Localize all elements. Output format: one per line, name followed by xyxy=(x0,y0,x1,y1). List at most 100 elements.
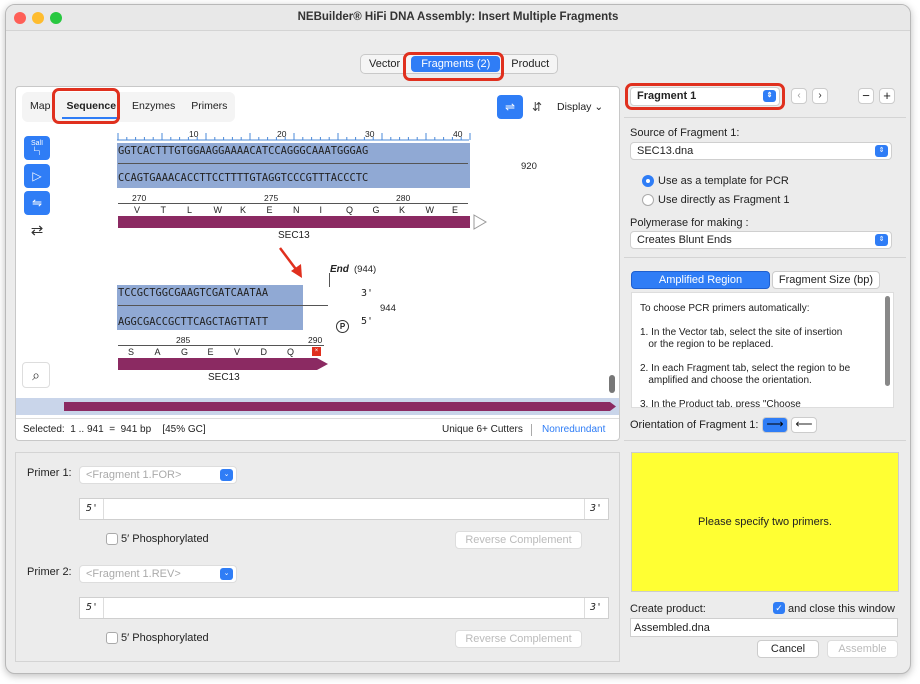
annotation-arrow xyxy=(279,247,302,278)
primer2-phosphorylated-checkbox[interactable] xyxy=(106,632,118,644)
ruler-label: 30 xyxy=(365,129,375,139)
cutters-menu[interactable]: Unique 6+ Cutters xyxy=(442,424,523,435)
product-name-input[interactable]: Assembled.dna xyxy=(630,618,898,637)
orientation-reverse-icon[interactable]: ⟵ xyxy=(791,417,817,433)
nonredundant-menu[interactable]: Nonredundant xyxy=(542,424,605,435)
swap-strands-icon[interactable]: ⇄ xyxy=(24,218,50,242)
bottom-strand[interactable]: CCAGTGAAACACCTTCCTTTTGTAGGTCCCGTTTACCCTC xyxy=(118,172,368,185)
use-directly-radio[interactable] xyxy=(642,194,654,206)
polymerase-select[interactable]: Creates Blunt Ends ⇕ xyxy=(630,231,892,249)
template-pcr-label: Use as a template for PCR xyxy=(658,175,789,187)
primer1-select[interactable]: <Fragment 1.FOR> ⌄ xyxy=(79,466,237,484)
wrap-text-icon[interactable]: ⇌ xyxy=(497,95,523,119)
search-icon[interactable]: ⌕ xyxy=(22,362,50,388)
feature-label: SEC13 xyxy=(278,230,310,241)
aa-number: 290 xyxy=(308,335,323,345)
stop-codon-icon: × xyxy=(312,347,321,356)
remove-fragment-button[interactable]: − xyxy=(858,88,874,104)
help-text-box: To choose PCR primers automatically: 1. … xyxy=(631,292,894,408)
annotation-highlight-fragments-tab xyxy=(403,52,504,81)
five-prime-label: 5' xyxy=(361,316,374,327)
annotation-highlight-sequence-tab xyxy=(52,88,120,124)
features-icon[interactable]: ▷ xyxy=(24,164,50,188)
display-label: Display xyxy=(557,101,592,113)
tab-enzymes[interactable]: Enzymes xyxy=(124,92,183,122)
strand-divider xyxy=(118,305,328,306)
use-directly-label: Use directly as Fragment 1 xyxy=(658,194,790,206)
ruler-label: 20 xyxy=(277,129,287,139)
aa-number: 280 xyxy=(396,193,411,203)
primer1-phosphorylated-checkbox[interactable] xyxy=(106,533,118,545)
chevron-updown-icon: ⇕ xyxy=(875,145,888,157)
primer1-sequence-field[interactable]: 5' 3' xyxy=(79,498,609,520)
tab-product[interactable]: Product xyxy=(503,55,557,73)
add-fragment-button[interactable]: + xyxy=(879,88,895,104)
three-prime-label: 3' xyxy=(589,602,602,613)
primer2-label: Primer 2: xyxy=(27,566,72,578)
enzyme-sites-icon[interactable]: SalI └┐ xyxy=(24,136,50,160)
feature-label: SEC13 xyxy=(208,372,240,383)
cancel-button[interactable]: Cancel xyxy=(757,640,819,658)
primer1-label: Primer 1: xyxy=(27,467,72,479)
orientation-label: Orientation of Fragment 1: xyxy=(630,419,759,431)
end-label: End xyxy=(330,264,349,275)
create-product-label: Create product: xyxy=(630,603,706,615)
top-strand[interactable]: TCCGCTGGCGAAGTCGATCAATAA xyxy=(118,287,268,300)
ruler-label: 10 xyxy=(189,129,199,139)
translation-line xyxy=(118,345,324,346)
template-pcr-radio[interactable] xyxy=(642,175,654,187)
display-menu[interactable]: Display ⌄ xyxy=(557,101,603,113)
title-bar: NEBuilder® HiFi DNA Assembly: Insert Mul… xyxy=(6,5,910,31)
primer2-sequence-field[interactable]: 5' 3' xyxy=(79,597,609,619)
assemble-button[interactable]: Assemble xyxy=(827,640,898,658)
status-message-box: Please specify two primers. xyxy=(631,452,899,592)
tab-vector[interactable]: Vector xyxy=(361,55,408,73)
feature-arrow[interactable] xyxy=(117,214,489,230)
phosphate-icon: P xyxy=(336,320,349,333)
polymerase-label: Polymerase for making : xyxy=(630,217,749,229)
overview-feature xyxy=(64,402,616,411)
phosphorylated-label: 5′ Phosphorylated xyxy=(121,533,209,545)
end-marker-line xyxy=(329,273,330,287)
annotation-highlight-fragment-select xyxy=(625,83,785,110)
strand-divider xyxy=(118,163,468,164)
tab-amplified-region[interactable]: Amplified Region xyxy=(631,271,770,289)
five-prime-label: 5' xyxy=(86,602,99,613)
next-fragment-button[interactable]: › xyxy=(812,88,828,104)
help-scrollbar[interactable] xyxy=(885,296,890,386)
aa-number: 285 xyxy=(176,335,191,345)
chevron-down-icon: ⌄ xyxy=(220,568,233,580)
three-prime-label: 3' xyxy=(361,288,374,299)
chevron-down-icon: ⌄ xyxy=(594,101,604,113)
ruler-label: 40 xyxy=(453,129,463,139)
status-message: Please specify two primers. xyxy=(698,516,832,528)
position-label: 944 xyxy=(380,303,396,314)
source-select[interactable]: SEC13.dna ⇕ xyxy=(630,142,892,160)
bottom-strand[interactable]: AGGCGACCGCTTCAGCTAGTTATT xyxy=(118,316,268,329)
source-label: Source of Fragment 1: xyxy=(630,127,740,139)
tab-fragment-size[interactable]: Fragment Size (bp) xyxy=(772,271,880,289)
feature-arrow[interactable] xyxy=(117,356,332,372)
primer2-select[interactable]: <Fragment 1.REV> ⌄ xyxy=(79,565,237,583)
end-position: (944) xyxy=(354,264,377,275)
close-window-checkbox[interactable]: ✓ xyxy=(773,602,785,614)
aa-number: 275 xyxy=(264,193,279,203)
five-prime-label: 5' xyxy=(86,503,99,514)
top-strand[interactable]: GGTCACTTTGTGGAAGGAAAACATCCAGGGCAAATGGGAG xyxy=(118,145,368,158)
ruler xyxy=(117,133,471,141)
tab-primers[interactable]: Primers xyxy=(183,92,235,122)
reverse-complement-button[interactable]: Reverse Complement xyxy=(455,630,582,648)
translation-icon[interactable]: ⇋ xyxy=(24,191,50,215)
format-icon[interactable]: ⇵ xyxy=(524,95,550,119)
chevron-updown-icon: ⇕ xyxy=(875,234,888,246)
window-title: NEBuilder® HiFi DNA Assembly: Insert Mul… xyxy=(297,11,619,23)
orientation-forward-icon[interactable]: ⟶ xyxy=(762,417,788,433)
position-label: 920 xyxy=(521,161,537,172)
chevron-down-icon: ⌄ xyxy=(220,469,233,481)
selection-status: Selected: 1 .. 941 = 941 bp [45% GC] xyxy=(23,424,206,435)
three-prime-label: 3' xyxy=(589,503,602,514)
translation-line xyxy=(118,203,468,204)
reverse-complement-button[interactable]: Reverse Complement xyxy=(455,531,582,549)
previous-fragment-button[interactable]: ‹ xyxy=(791,88,807,104)
vertical-scrollbar[interactable] xyxy=(609,375,615,393)
